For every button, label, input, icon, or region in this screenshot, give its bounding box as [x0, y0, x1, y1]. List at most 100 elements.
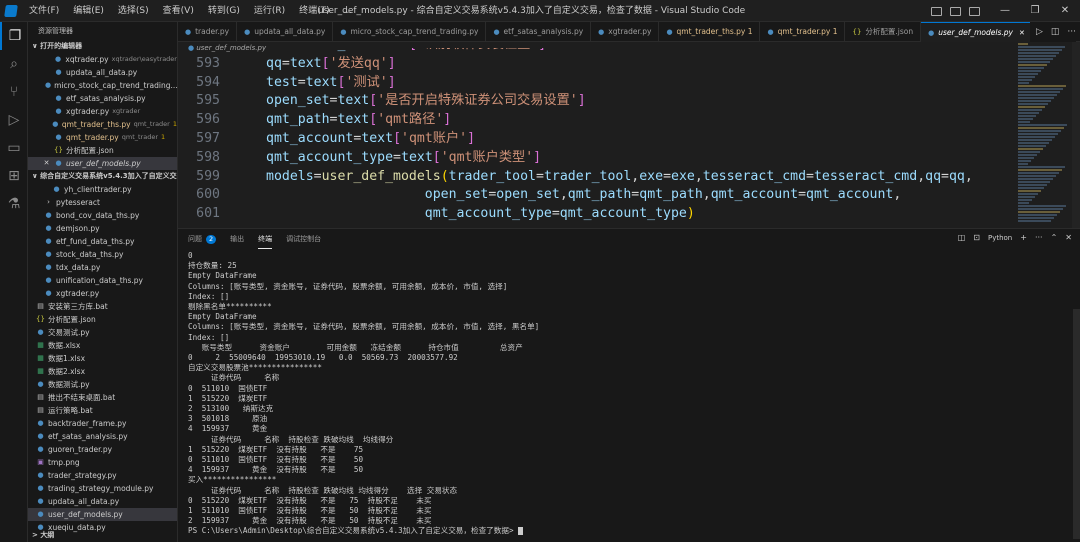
menu-item[interactable]: 选择(S)	[111, 0, 156, 22]
python-file-icon: ●	[55, 68, 62, 76]
file-tree-item[interactable]: ● user_def_models.py	[28, 508, 177, 521]
file-tree-item[interactable]: ● etf_fund_data_ths.py	[28, 235, 177, 248]
close-window-button[interactable]: ✕	[1050, 0, 1080, 22]
code-editor[interactable]: 592 tesseract_cmd=text['识别软件安装位置'] 593 qq=t…	[178, 48, 1016, 228]
open-editor-path: xgtrader	[112, 107, 141, 115]
editor-tab[interactable]: ● etf_satas_analysis.py	[486, 22, 592, 42]
project-folder-section[interactable]: ∨ 综合自定义交易系统v5.4.3加入了自定义交易...	[28, 170, 177, 183]
run-file-icon[interactable]: ▷	[1036, 27, 1043, 37]
file-tree-item[interactable]: ● 交易测试.py	[28, 326, 177, 339]
open-editors-section[interactable]: ∨ 打开的编辑器	[28, 40, 177, 53]
open-editor-item[interactable]: ● qmt_trader.py qmt_trader 1	[28, 131, 177, 144]
file-tree-item[interactable]: ● stock_data_ths.py	[28, 248, 177, 261]
minimap-line	[1018, 214, 1057, 216]
file-tree-item[interactable]: ● updata_all_data.py	[28, 495, 177, 508]
more-actions-icon[interactable]: ···	[1067, 27, 1076, 37]
file-tree-item[interactable]: ● bond_cov_data_ths.py	[28, 209, 177, 222]
menu-item[interactable]: 转到(G)	[201, 0, 247, 22]
open-editor-item[interactable]: ● etf_satas_analysis.py	[28, 92, 177, 105]
minimap-line	[1018, 196, 1035, 198]
menu-item[interactable]: 编辑(E)	[66, 0, 111, 22]
maximize-panel-icon[interactable]: ⌃	[1051, 233, 1058, 242]
open-editor-item[interactable]: ● xgtrader.py xgtrader	[28, 105, 177, 118]
panel-tab[interactable]: 输出	[230, 229, 244, 249]
split-terminal-icon[interactable]: ◫	[958, 233, 966, 242]
tab-label: trader.py	[195, 27, 230, 36]
file-tree-item[interactable]: ▤ 安装第三方库.bat	[28, 300, 177, 313]
python-file-icon: ●	[45, 276, 52, 284]
menu-item[interactable]: 文件(F)	[22, 0, 66, 22]
extensions-icon[interactable]: ⊞	[0, 162, 28, 190]
file-tree-item[interactable]: ▣ tmp.png	[28, 456, 177, 469]
file-tree-item[interactable]: ● backtrader_frame.py	[28, 417, 177, 430]
file-tree-item[interactable]: ▦ 数据.xlsx	[28, 339, 177, 352]
file-tree-item[interactable]: ● xgtrader.py	[28, 287, 177, 300]
panel-tab[interactable]: 终端	[258, 229, 273, 249]
file-tree-item[interactable]: ● 数据测试.py	[28, 378, 177, 391]
maximize-button[interactable]: ❐	[1020, 0, 1050, 22]
panel-tab-label: 调试控制台	[286, 235, 322, 243]
editor-tab[interactable]: ● updata_all_data.py	[237, 22, 334, 42]
file-tree-item[interactable]: {} 分析配置.json	[28, 313, 177, 326]
search-icon[interactable]: ⌕	[0, 50, 28, 78]
file-tree-item[interactable]: ▤ 运行策略.bat	[28, 404, 177, 417]
file-tree-item[interactable]: ● trading_strategy_module.py	[28, 482, 177, 495]
minimap-line	[1018, 133, 1058, 135]
file-tree-item[interactable]: ● yh_clienttrader.py	[28, 183, 177, 196]
file-tree-item[interactable]: ● demjson.py	[28, 222, 177, 235]
editor-tab[interactable]: ● trader.py	[178, 22, 238, 42]
open-editor-item[interactable]: ● updata_all_data.py	[28, 66, 177, 79]
editor-tab[interactable]: ● qmt_trader.py 1	[760, 22, 846, 42]
run-debug-icon[interactable]: ▷	[0, 106, 28, 134]
editor-tab[interactable]: ● qmt_trader_ths.py 1	[659, 22, 761, 42]
testing-icon[interactable]: ⚗	[0, 190, 28, 218]
file-tree-item[interactable]: › pytesseract	[28, 196, 177, 209]
editor-tab[interactable]: ● xgtrader.py	[591, 22, 660, 42]
file-tree-item[interactable]: ● trader_strategy.py	[28, 469, 177, 482]
editor-scrollbar[interactable]	[1072, 42, 1080, 228]
editor-tab[interactable]: ● micro_stock_cap_trend_trading.py	[333, 22, 487, 42]
toggle-sidebar-icon[interactable]	[931, 6, 942, 16]
add-terminal-icon[interactable]: +	[1020, 233, 1027, 242]
open-editor-item[interactable]: {} 分析配置.json	[28, 144, 177, 157]
file-tree-item[interactable]: ▦ 数据1.xlsx	[28, 352, 177, 365]
minimap[interactable]	[1016, 42, 1072, 228]
panel-tab[interactable]: 问题 2	[188, 229, 217, 249]
terminal-output[interactable]: 0 持仓数量: 25 Empty DataFrame Columns: [账号类型, …	[188, 251, 1068, 541]
panel-tab[interactable]: 调试控制台	[286, 229, 321, 249]
tab-label: qmt_trader_ths.py 1	[676, 27, 753, 36]
terminal-shell-label[interactable]: Python	[988, 234, 1012, 242]
open-editor-item[interactable]: ● micro_stock_cap_trend_trading...	[28, 79, 177, 92]
close-panel-icon[interactable]: ✕	[1065, 233, 1072, 242]
source-control-icon[interactable]: ⑂	[0, 78, 28, 106]
explorer-icon[interactable]: ❐	[0, 22, 28, 50]
file-name: 数据测试.py	[48, 380, 90, 389]
outline-section[interactable]: > 大纲	[28, 529, 177, 542]
more-panel-actions-icon[interactable]: ···	[1035, 233, 1043, 242]
open-editor-item[interactable]: ✕ ● user_def_models.py	[28, 157, 177, 170]
terminal-shell-icon[interactable]: ⊡	[973, 233, 980, 242]
minimize-button[interactable]: —	[990, 0, 1020, 22]
menu-item[interactable]: 运行(R)	[247, 0, 292, 22]
file-tree-item[interactable]: ▦ 数据2.xlsx	[28, 365, 177, 378]
close-tab-icon[interactable]: ✕	[1019, 23, 1025, 43]
open-editor-item[interactable]: ● qmt_trader_ths.py qmt_trader 1	[28, 118, 177, 131]
file-tree-item[interactable]: ● etf_satas_analysis.py	[28, 430, 177, 443]
file-tree-item[interactable]: ● guoren_trader.py	[28, 443, 177, 456]
file-tree-item[interactable]: ● tdx_data.py	[28, 261, 177, 274]
terminal-scrollbar[interactable]	[1073, 309, 1080, 539]
minimap-line	[1018, 160, 1031, 162]
toggle-panel-icon[interactable]	[950, 6, 961, 16]
tab-label: xgtrader.py	[608, 27, 652, 36]
minimap-line	[1018, 70, 1041, 72]
remote-explorer-icon[interactable]: ▭	[0, 134, 28, 162]
editor-tab[interactable]: {} 分析配置.json	[845, 22, 922, 42]
menu-item[interactable]: 查看(V)	[156, 0, 201, 22]
close-editor-icon[interactable]: ✕	[42, 157, 51, 170]
toggle-secondary-sidebar-icon[interactable]	[969, 6, 980, 16]
file-tree-item[interactable]: ▤ 推出不结束桌面.bat	[28, 391, 177, 404]
split-editor-icon[interactable]: ◫	[1051, 27, 1060, 37]
editor-tab[interactable]: ● user_def_models.py ✕	[921, 22, 1033, 42]
file-tree-item[interactable]: ● unification_data_ths.py	[28, 274, 177, 287]
open-editor-item[interactable]: ● xqtrader.py xqtrader\easytrader	[28, 53, 177, 66]
